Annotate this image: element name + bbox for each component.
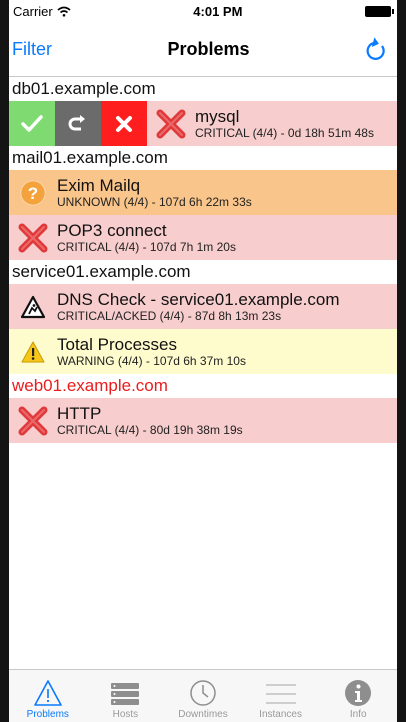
- clock-icon: [190, 680, 216, 706]
- service-text: mysql CRITICAL (4/4) - 0d 18h 51m 48s: [195, 107, 374, 141]
- delete-button[interactable]: [101, 101, 147, 146]
- redo-icon: [68, 114, 85, 130]
- tab-label: Hosts: [112, 709, 139, 720]
- service-name: HTTP: [57, 403, 102, 423]
- tab-info[interactable]: Info: [319, 670, 397, 722]
- service-row-exim-mailq[interactable]: ? Exim Mailq UNKNOWN (4/4) - 107d 6h 22m…: [9, 170, 397, 215]
- service-name: Exim Mailq: [57, 175, 141, 195]
- tab-downtimes[interactable]: Downtimes: [164, 670, 242, 722]
- service-name: DNS Check - service01.example.com: [57, 289, 340, 309]
- tab-bar: Problems Hosts Downtimes Instances Info: [9, 669, 397, 722]
- warning-triangle-icon: [33, 680, 62, 706]
- critical-status-icon: [9, 406, 57, 436]
- tab-instances[interactable]: Instances: [242, 670, 320, 722]
- service-detail: CRITICAL/ACKED (4/4) - 87d 8h 13m 23s: [57, 308, 282, 323]
- page-title: Problems: [167, 38, 250, 59]
- info-icon: [345, 680, 372, 706]
- service-text: Exim Mailq UNKNOWN (4/4) - 107d 6h 22m 3…: [57, 176, 252, 210]
- critical-status-icon: [9, 223, 57, 253]
- checkmark-icon: [21, 114, 43, 132]
- carrier-area: Carrier: [13, 4, 71, 19]
- phone-screen: Carrier 4:01 PM Filter Problems db01.exa…: [0, 0, 406, 722]
- host-header-service01: service01.example.com: [9, 260, 397, 284]
- acknowledged-status-icon: [9, 295, 57, 319]
- refresh-icon[interactable]: [365, 37, 387, 61]
- svg-text:?: ?: [28, 184, 38, 203]
- service-name: POP3 connect: [57, 220, 167, 240]
- tab-hosts[interactable]: Hosts: [87, 670, 165, 722]
- tab-label: Instances: [259, 709, 302, 720]
- service-text: DNS Check - service01.example.com CRITIC…: [57, 290, 339, 324]
- service-detail: UNKNOWN (4/4) - 107d 6h 22m 33s: [57, 194, 252, 209]
- tab-label: Problems: [26, 709, 69, 720]
- host-header-db01: db01.example.com: [9, 77, 397, 101]
- status-time: 4:01 PM: [193, 3, 243, 19]
- close-icon: [116, 115, 132, 132]
- acknowledge-button[interactable]: [9, 101, 55, 146]
- unknown-status-icon: ?: [9, 180, 57, 206]
- service-name: mysql: [195, 106, 240, 126]
- warning-status-icon: [9, 341, 57, 363]
- service-text: Total Processes WARNING (4/4) - 107d 6h …: [57, 335, 246, 369]
- service-row-pop3-connect[interactable]: POP3 connect CRITICAL (4/4) - 107d 7h 1m…: [9, 215, 397, 260]
- service-row-total-processes[interactable]: Total Processes WARNING (4/4) - 107d 6h …: [9, 329, 397, 374]
- host-header-mail01: mail01.example.com: [9, 146, 397, 170]
- service-row-dns-check[interactable]: DNS Check - service01.example.com CRITIC…: [9, 284, 397, 329]
- swipe-actions: [9, 101, 147, 146]
- tab-label: Info: [349, 709, 367, 720]
- list-lines-icon: [265, 684, 296, 704]
- service-name: Total Processes: [57, 334, 177, 354]
- tab-problems[interactable]: Problems: [9, 670, 87, 722]
- status-bar: Carrier 4:01 PM: [9, 0, 397, 22]
- navigation-bar: Filter Problems: [9, 22, 397, 77]
- service-detail: CRITICAL (4/4) - 0d 18h 51m 48s: [195, 125, 374, 140]
- service-text: HTTP CRITICAL (4/4) - 80d 19h 38m 19s: [57, 404, 243, 438]
- tab-label: Downtimes: [178, 709, 228, 720]
- carrier-label: Carrier: [13, 3, 53, 19]
- filter-button[interactable]: Filter: [12, 39, 52, 60]
- service-text: POP3 connect CRITICAL (4/4) - 107d 7h 1m…: [57, 221, 236, 255]
- battery-icon: [365, 5, 394, 17]
- service-detail: CRITICAL (4/4) - 80d 19h 38m 19s: [57, 422, 243, 437]
- service-row-mysql[interactable]: mysql CRITICAL (4/4) - 0d 18h 51m 48s: [9, 101, 397, 146]
- wifi-icon: [57, 6, 71, 17]
- critical-status-icon: [147, 109, 195, 139]
- server-stack-icon: [111, 683, 140, 705]
- service-detail: CRITICAL (4/4) - 107d 7h 1m 20s: [57, 239, 236, 254]
- host-header-web01: web01.example.com: [9, 374, 397, 398]
- service-row-http[interactable]: HTTP CRITICAL (4/4) - 80d 19h 38m 19s: [9, 398, 397, 443]
- reschedule-button[interactable]: [55, 101, 101, 146]
- service-detail: WARNING (4/4) - 107d 6h 37m 10s: [57, 353, 246, 368]
